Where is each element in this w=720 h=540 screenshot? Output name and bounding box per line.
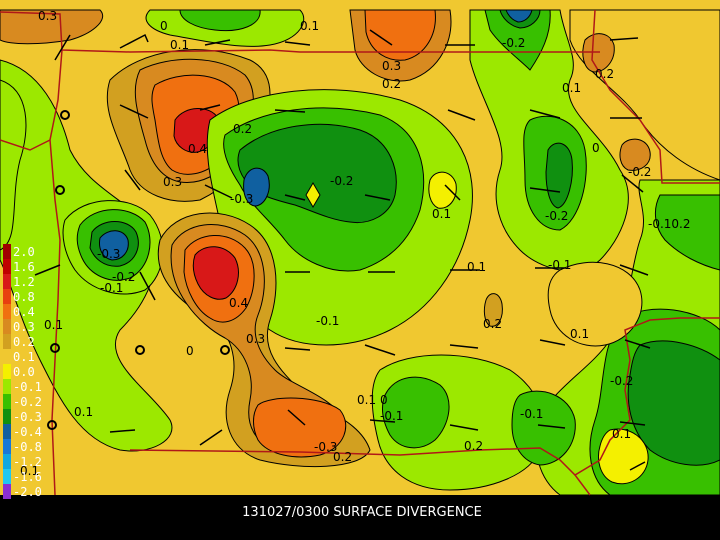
legend-swatch [3, 484, 11, 499]
legend-label: 1.2 [13, 275, 35, 289]
contour-label: -0.3 [97, 247, 120, 261]
contour-label: -0.1 [316, 314, 339, 328]
contour-label: 0.3 [246, 332, 265, 346]
contour-label: 0.1 [570, 327, 589, 341]
contour-label: 0.1 [170, 38, 189, 52]
contour-label: 0 [160, 19, 168, 33]
legend-swatch [3, 349, 11, 364]
contour-label: -0.1 [520, 407, 543, 421]
contour-label: -0.2 [502, 36, 525, 50]
contour-label: 0.3 [163, 175, 182, 189]
contour-label: -0.1 [548, 258, 571, 272]
legend-swatch [3, 469, 11, 484]
contour-label: 0.2 [333, 450, 352, 464]
legend-label: 0.8 [13, 290, 35, 304]
legend-label: -0.2 [13, 395, 42, 409]
map-caption: 131027/0300 SURFACE DIVERGENCE [242, 505, 482, 520]
contour-label: 0.2 [595, 67, 614, 81]
contour-label: 0 [592, 141, 600, 155]
contour-label: 0.1 [357, 393, 376, 407]
legend-swatch [3, 289, 11, 304]
legend-label: -1.6 [13, 470, 42, 484]
legend-label: -2.0 [13, 485, 42, 499]
contour-label: 0.2 [483, 317, 502, 331]
divergence-map: 0.3 0 0.1 0.1 -0.2 0.3 0.2 0.1 0.2 0.2 0… [0, 0, 720, 540]
legend-label: -0.4 [13, 425, 42, 439]
contour-label: 0.2 [233, 122, 252, 136]
legend-label: 0.1 [13, 350, 35, 364]
contour-label: 0.4 [188, 142, 207, 156]
legend-swatch [3, 454, 11, 469]
legend-swatch [3, 334, 11, 349]
contour-label: 0.1 [432, 207, 451, 221]
contour-label: 0.3 [38, 9, 57, 23]
legend-swatch [3, 259, 11, 274]
contour-label: 0.1 [467, 260, 486, 274]
contour-label: -0.2 [628, 165, 651, 179]
legend-swatch [3, 394, 11, 409]
legend-swatch [3, 244, 11, 259]
contour-label: -0.10.2 [648, 217, 691, 231]
legend-swatch [3, 379, 11, 394]
legend-swatch [3, 409, 11, 424]
contour-label: 0.4 [229, 296, 248, 310]
legend-label: -0.8 [13, 440, 42, 454]
legend-swatch [3, 364, 11, 379]
legend-label: 0.4 [13, 305, 35, 319]
legend-label: -0.3 [13, 410, 42, 424]
contour-label: 0.2 [464, 439, 483, 453]
legend-swatch [3, 319, 11, 334]
contour-label: 0.1 [44, 318, 63, 332]
contour-label: 0 [186, 344, 194, 358]
contour-label: -0.2 [610, 374, 633, 388]
contour-label: 0.2 [382, 77, 401, 91]
legend-label: 1.6 [13, 260, 35, 274]
legend-label: 0.3 [13, 320, 35, 334]
legend-swatch [3, 274, 11, 289]
legend-label: -1.2 [13, 455, 42, 469]
contour-label: -0.3 [230, 192, 253, 206]
contour-label: 0.1 [612, 427, 631, 441]
contour-label: 0.1 [74, 405, 93, 419]
contour-label: 0.1 [562, 81, 581, 95]
legend-label: 2.0 [13, 245, 35, 259]
legend-label: -0.1 [13, 380, 42, 394]
contour-label: -0.1 [100, 281, 123, 295]
legend-swatch [3, 304, 11, 319]
contour-label: 0 [380, 393, 388, 407]
contour-label: -0.2 [545, 209, 568, 223]
legend-swatch [3, 424, 11, 439]
legend-label: 0.2 [13, 335, 35, 349]
legend-swatch [3, 439, 11, 454]
contour-label: 0.1 [300, 19, 319, 33]
contour-label: -0.2 [330, 174, 353, 188]
contour-label: 0.3 [382, 59, 401, 73]
contour-label: -0.1 [380, 409, 403, 423]
legend-label: 0.0 [13, 365, 35, 379]
